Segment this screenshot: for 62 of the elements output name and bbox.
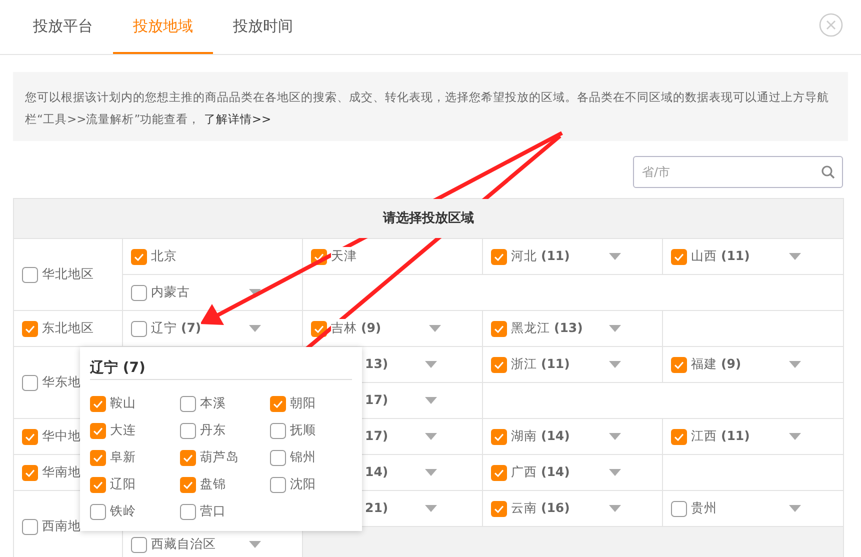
province-checkbox[interactable] <box>491 428 507 444</box>
city-checkbox[interactable] <box>180 396 196 412</box>
city-checkbox[interactable] <box>180 504 196 520</box>
province-checkbox[interactable] <box>131 536 147 552</box>
city-checkbox[interactable] <box>90 504 106 520</box>
dropdown-caret-icon[interactable] <box>609 253 621 260</box>
tab[interactable]: 投放平台 <box>13 0 113 54</box>
city-checkbox[interactable] <box>180 450 196 466</box>
dropdown-caret-icon[interactable] <box>789 361 801 368</box>
province-checkbox[interactable] <box>491 248 507 264</box>
city-checkbox[interactable] <box>270 422 286 438</box>
city-checkbox[interactable] <box>270 476 286 492</box>
popup-title: 辽宁 (7) <box>90 357 352 380</box>
province-checkbox[interactable] <box>131 284 147 300</box>
dropdown-caret-icon[interactable] <box>425 361 437 368</box>
dropdown-caret-icon[interactable] <box>425 433 437 440</box>
table-header: 请选择投放区域 <box>14 198 844 238</box>
province-checkbox[interactable] <box>131 320 147 336</box>
search-field[interactable]: 省/市 <box>633 156 843 188</box>
dropdown-caret-icon[interactable] <box>249 289 261 296</box>
city-checkbox[interactable] <box>90 476 106 492</box>
dropdown-caret-icon[interactable] <box>249 325 261 332</box>
dropdown-caret-icon[interactable] <box>789 253 801 260</box>
city-checkbox[interactable] <box>90 450 106 466</box>
city-checkbox[interactable] <box>90 422 106 438</box>
dropdown-caret-icon[interactable] <box>789 505 801 512</box>
details-link[interactable]: 了解详情>> <box>204 112 272 126</box>
city-checkbox[interactable] <box>270 396 286 412</box>
province-checkbox[interactable] <box>491 500 507 516</box>
dropdown-caret-icon[interactable] <box>609 325 621 332</box>
city-checkbox[interactable] <box>270 450 286 466</box>
dropdown-caret-icon[interactable] <box>609 361 621 368</box>
info-text: 您可以根据该计划内的您想主推的商品品类在各地区的搜索、成交、转化表现，选择您希望投放的区域。各品类在不同区域的数据表现可以通过上方导航栏“工具>>流量解析”功能查看， 了解详情>> <box>25 90 829 126</box>
province-checkbox[interactable] <box>671 356 687 372</box>
dropdown-caret-icon[interactable] <box>425 469 437 476</box>
province-checkbox[interactable] <box>671 248 687 264</box>
province-checkbox[interactable] <box>671 428 687 444</box>
city-checkbox[interactable] <box>90 396 106 412</box>
dropdown-caret-icon[interactable] <box>249 541 261 548</box>
city-checkbox[interactable] <box>180 476 196 492</box>
province-checkbox[interactable] <box>131 248 147 264</box>
search-icon[interactable] <box>821 165 835 179</box>
dropdown-caret-icon[interactable] <box>609 433 621 440</box>
region-checkbox[interactable] <box>22 374 38 390</box>
region-checkbox[interactable] <box>22 464 38 480</box>
dropdown-caret-icon[interactable] <box>425 397 437 404</box>
region-checkbox[interactable] <box>22 320 38 336</box>
dropdown-caret-icon[interactable] <box>789 433 801 440</box>
dropdown-caret-icon[interactable] <box>609 469 621 476</box>
province-checkbox[interactable] <box>671 500 687 516</box>
close-icon[interactable] <box>819 13 843 37</box>
province-checkbox[interactable] <box>491 320 507 336</box>
province-checkbox[interactable] <box>491 464 507 480</box>
tab[interactable]: 投放时间 <box>213 0 313 54</box>
dropdown-caret-icon[interactable] <box>429 325 441 332</box>
city-checkbox[interactable] <box>180 422 196 438</box>
dropdown-caret-icon[interactable] <box>609 505 621 512</box>
region-checkbox[interactable] <box>22 266 38 282</box>
region-checkbox[interactable] <box>22 518 38 534</box>
province-checkbox[interactable] <box>491 356 507 372</box>
region-checkbox[interactable] <box>22 428 38 444</box>
dropdown-caret-icon[interactable] <box>425 505 437 512</box>
